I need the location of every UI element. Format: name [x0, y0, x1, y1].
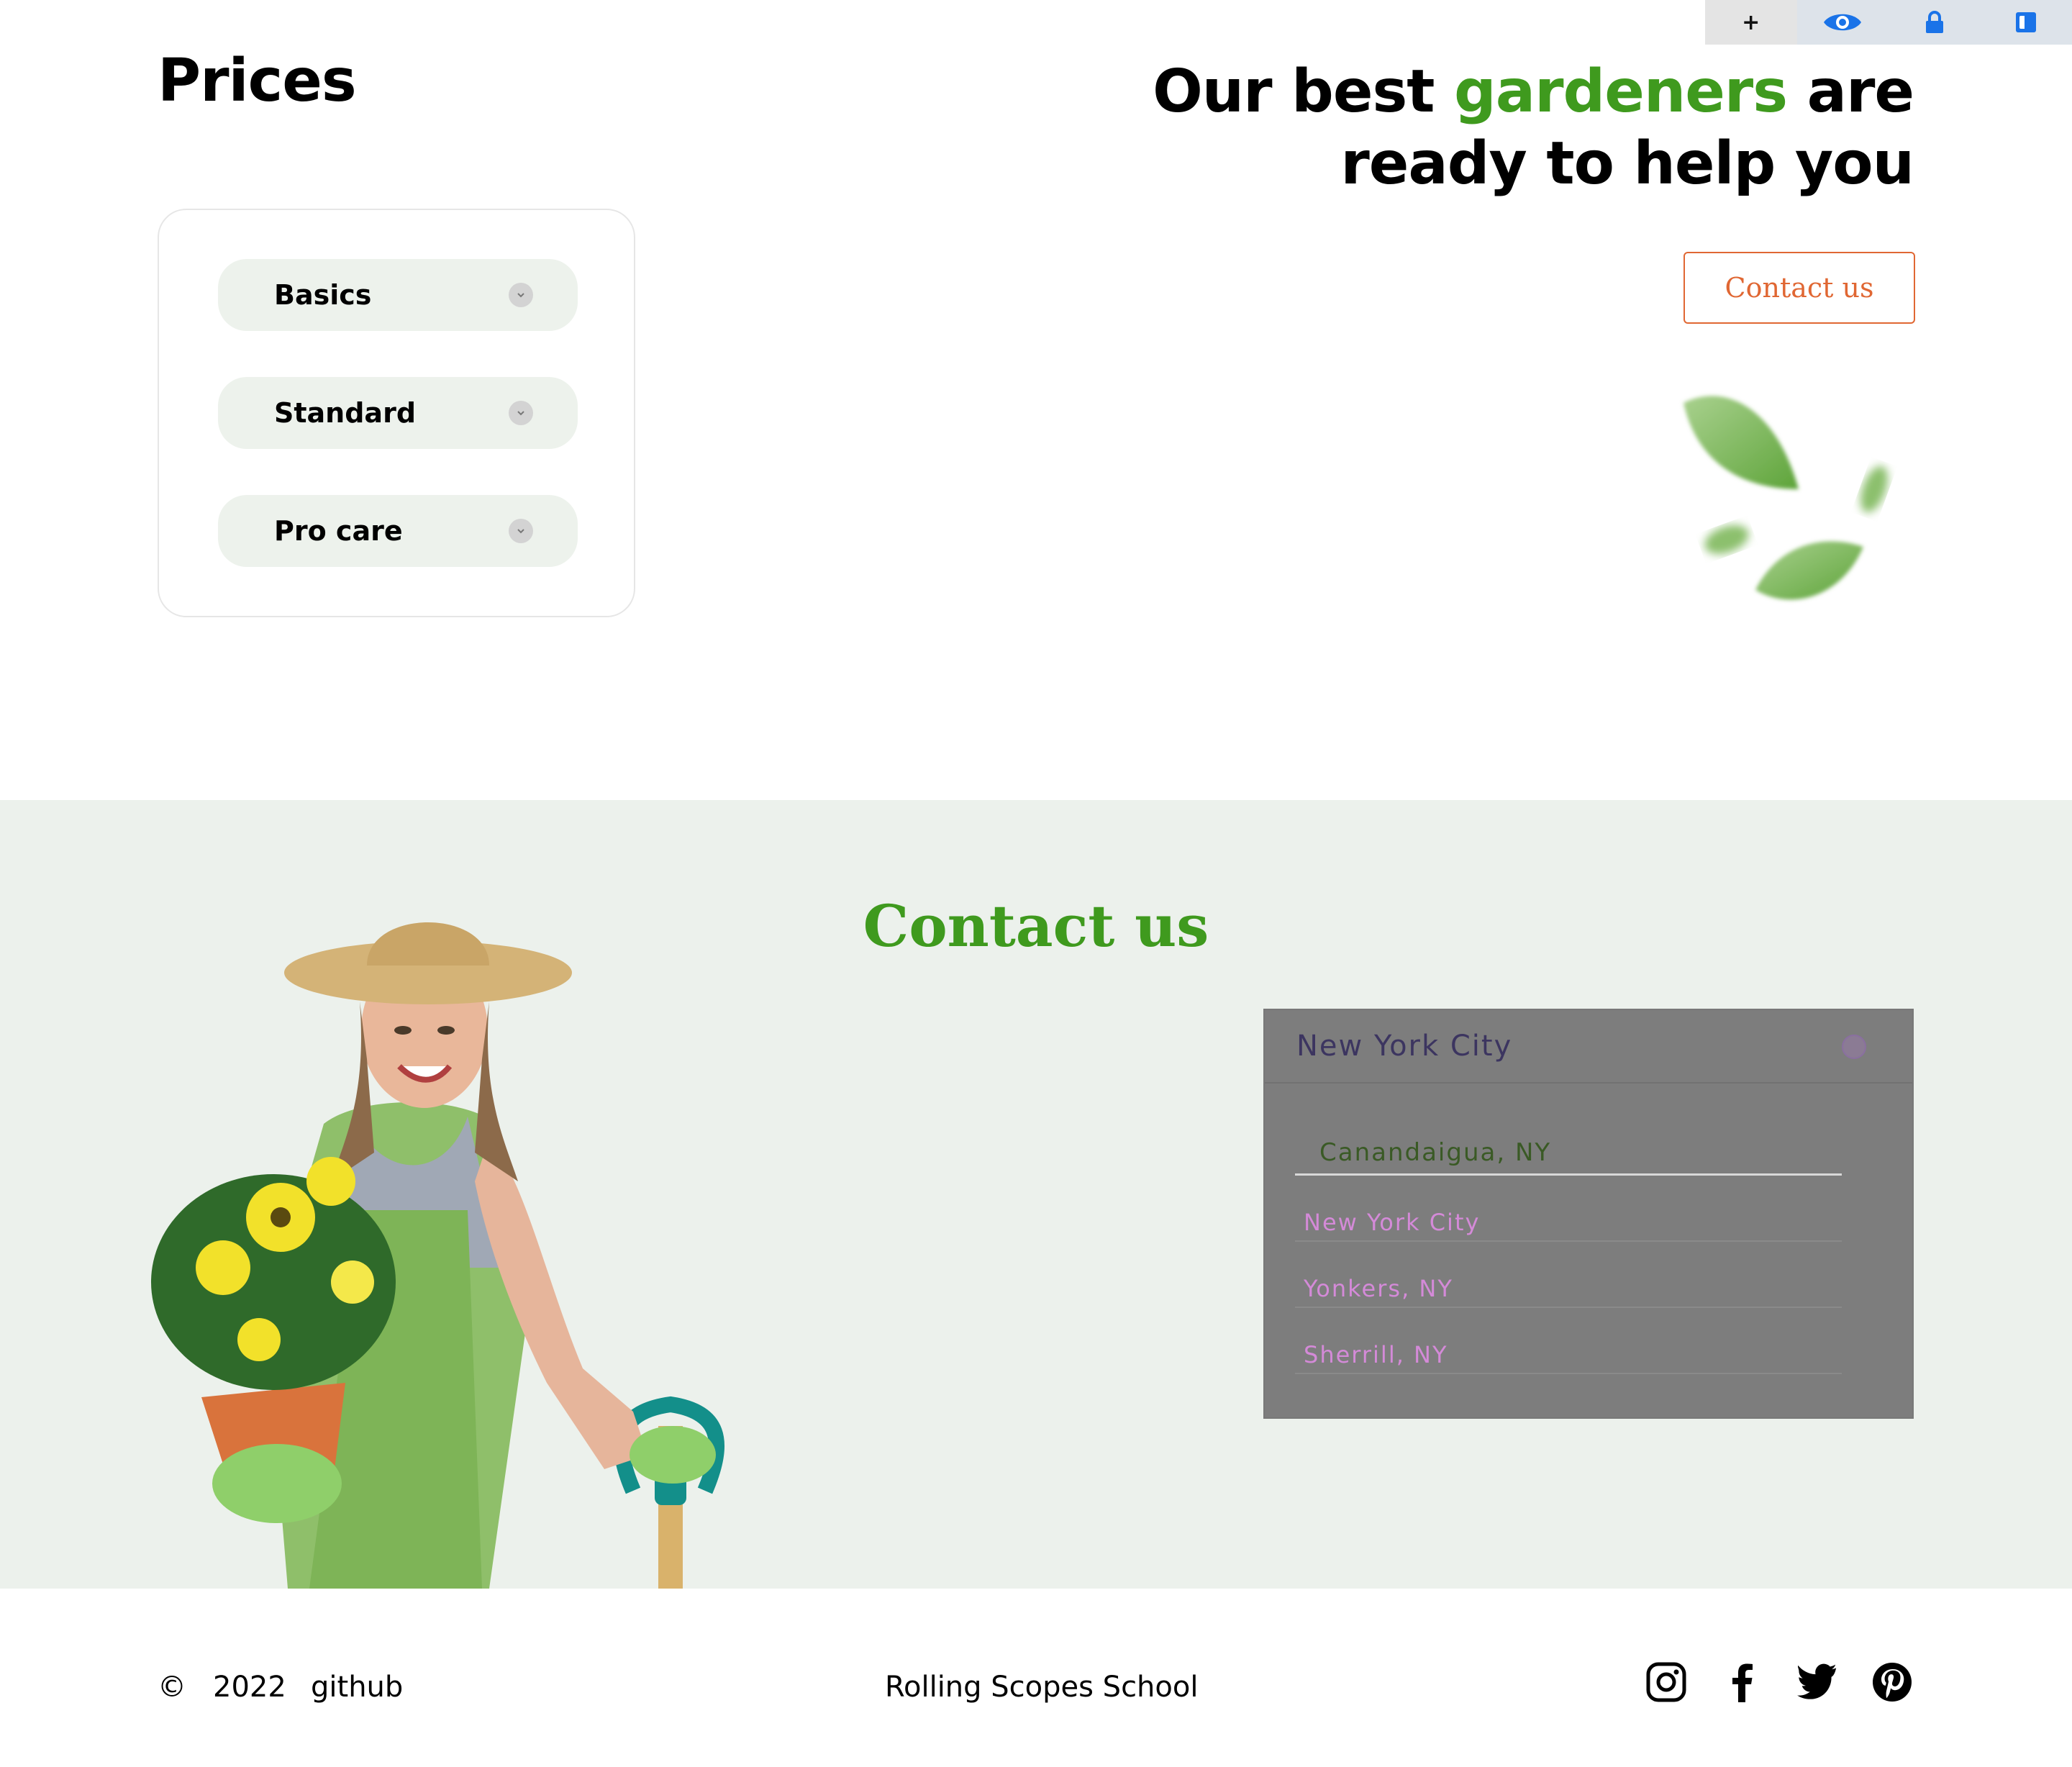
city-option[interactable]: Yonkers, NY — [1295, 1242, 1842, 1308]
footer: © 2022 github Rolling Scopes School — [0, 1589, 2072, 1767]
chevron-down-icon — [509, 283, 533, 307]
chevron-down-icon — [509, 519, 533, 543]
lock-icon[interactable] — [1889, 0, 1981, 45]
facebook-icon[interactable] — [1721, 1661, 1764, 1704]
prices-card: Basics Standard Pro care — [158, 209, 635, 617]
github-link[interactable]: github — [311, 1671, 403, 1704]
twitter-icon[interactable] — [1796, 1661, 1839, 1704]
price-item-pro-care[interactable]: Pro care — [218, 495, 578, 567]
hero-heading-line2: ready to help you — [1340, 130, 1914, 198]
city-select[interactable]: New York City — [1265, 1010, 1912, 1084]
city-dropdown[interactable]: New York City Canandaigua, NY New York C… — [1263, 1009, 1914, 1419]
copyright-symbol: © — [158, 1671, 186, 1704]
contact-section: Contact us New York City Canandaigua, NY… — [0, 800, 2072, 1589]
price-item-label: Pro care — [274, 515, 403, 547]
price-item-label: Standard — [274, 397, 417, 429]
city-option[interactable]: New York City — [1295, 1176, 1842, 1242]
hero-heading-end: are — [1787, 58, 1914, 126]
leaves-illustration — [1684, 396, 1889, 600]
add-extension-button[interactable]: + — [1705, 0, 1797, 45]
extension-toolbar: + — [1705, 0, 2072, 45]
eye-icon[interactable] — [1797, 0, 1889, 45]
city-selected-value: New York City — [1296, 1030, 1513, 1063]
prices-title: Prices — [158, 47, 357, 115]
chevron-down-icon — [509, 401, 533, 425]
hero-heading: Our best gardeners are ready to help you — [1153, 56, 1914, 200]
copyright-year: 2022 — [213, 1671, 286, 1704]
city-option[interactable]: Sherrill, NY — [1295, 1308, 1842, 1374]
school-link[interactable]: Rolling Scopes School — [885, 1671, 1198, 1704]
instagram-icon[interactable] — [1645, 1661, 1688, 1704]
gardener-photo — [151, 922, 725, 1589]
pinterest-icon[interactable] — [1871, 1661, 1914, 1704]
hero-heading-accent: gardeners — [1454, 58, 1788, 126]
price-item-basics[interactable]: Basics — [218, 259, 578, 331]
window-icon[interactable] — [1981, 0, 2072, 45]
price-item-standard[interactable]: Standard — [218, 377, 578, 449]
hero-heading-start: Our best — [1153, 58, 1455, 126]
city-options-list: Canandaigua, NY New York City Yonkers, N… — [1295, 1138, 1842, 1374]
contact-us-button[interactable]: Contact us — [1684, 252, 1915, 324]
city-option-active[interactable]: Canandaigua, NY — [1295, 1138, 1842, 1176]
clear-icon[interactable] — [1842, 1035, 1866, 1059]
price-item-label: Basics — [274, 279, 372, 311]
